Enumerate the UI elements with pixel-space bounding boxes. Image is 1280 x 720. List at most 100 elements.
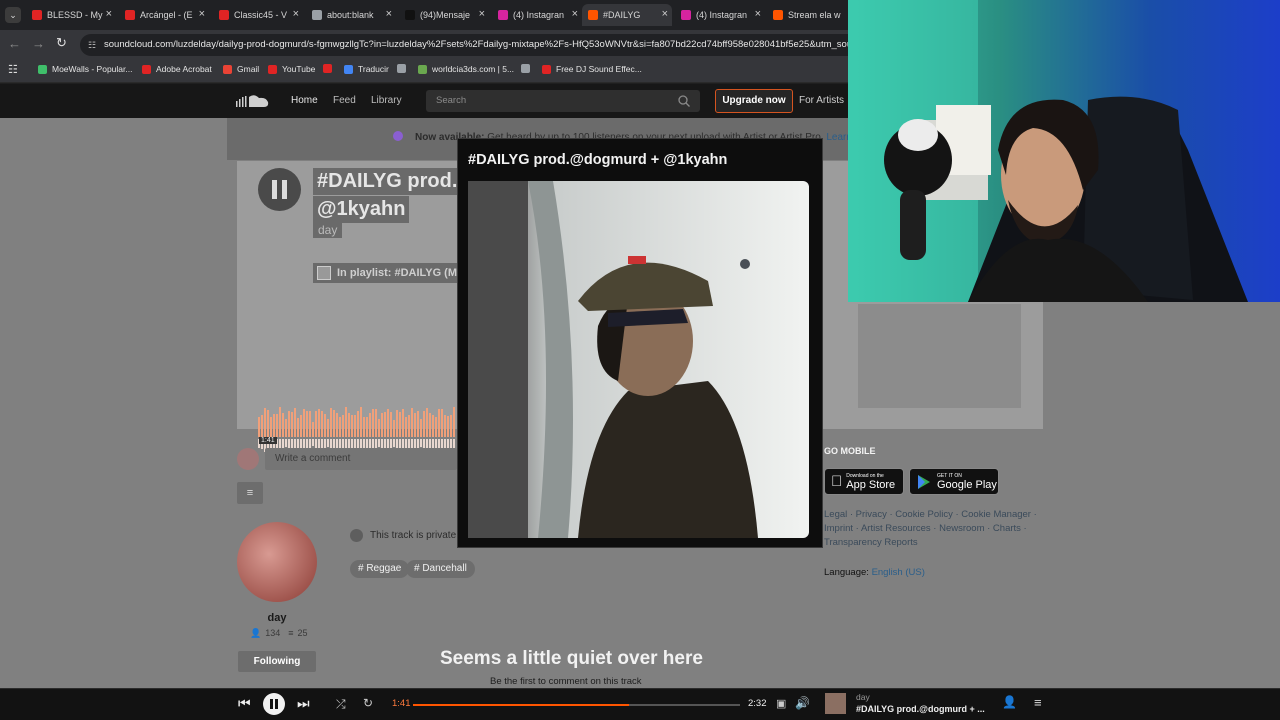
back-icon[interactable]: ←	[8, 36, 21, 51]
waveform-bar	[267, 410, 269, 437]
bookmark-8[interactable]	[521, 64, 535, 73]
bookmark-6[interactable]	[397, 64, 411, 73]
nav-feed[interactable]: Feed	[333, 95, 356, 106]
now-playing-title[interactable]: #DAILYG prod.@dogmurd + ...	[856, 704, 985, 714]
tab-3[interactable]: about:blank ×	[306, 4, 396, 26]
tab-close-icon[interactable]: ×	[106, 8, 112, 20]
sort-comments-button[interactable]: ≡	[237, 482, 263, 504]
waveform-bar	[321, 411, 323, 437]
soundcloud-logo-icon[interactable]	[236, 93, 270, 109]
volume-icon[interactable]: 🔊	[795, 696, 810, 710]
artwork-popup: #DAILYG prod.@dogmurd + @1kyahn	[457, 138, 823, 548]
waveform-bar	[351, 415, 353, 437]
tab-8[interactable]: Stream ela w	[767, 4, 845, 26]
site-info-icon[interactable]: ☷	[88, 34, 96, 56]
tab-0[interactable]: BLESSD - My ×	[26, 4, 116, 26]
search-input[interactable]: Search	[426, 90, 700, 112]
nav-home[interactable]: Home	[291, 95, 318, 106]
bookmark-5[interactable]: Traducir	[344, 64, 389, 74]
tab-close-icon[interactable]: ×	[662, 8, 668, 20]
tab-close-icon[interactable]: ×	[386, 8, 392, 20]
tab-7[interactable]: (4) Instagran ×	[675, 4, 765, 26]
footer-links-2[interactable]: Imprint · Artist Resources · Newsroom · …	[824, 522, 1037, 536]
app-store-button[interactable]:  Download on the App Store	[824, 468, 904, 495]
tab-favicon-icon	[405, 10, 415, 20]
upgrade-now-button[interactable]: Upgrade now	[715, 89, 793, 113]
tab-close-icon[interactable]: ×	[479, 8, 485, 20]
search-placeholder: Search	[436, 95, 467, 106]
follow-artist-icon[interactable]: 👤	[1002, 695, 1017, 709]
bookmark-favicon-icon	[418, 64, 427, 74]
waveform-bar	[297, 418, 299, 437]
tag-dancehall[interactable]: # Dancehall	[406, 560, 475, 578]
bookmark-favicon-icon	[344, 64, 353, 74]
following-button[interactable]: Following	[238, 651, 316, 672]
waveform-bar	[435, 417, 437, 437]
search-icon[interactable]	[678, 95, 690, 107]
tab-favicon-icon	[32, 10, 42, 20]
bookmark-0[interactable]: MoeWalls - Popular...	[38, 64, 132, 74]
bookmark-1[interactable]: Adobe Acrobat	[142, 64, 212, 74]
tab-search-button[interactable]: ⌄	[5, 7, 21, 23]
player-play-pause-button[interactable]	[263, 693, 285, 715]
for-artists-link[interactable]: For Artists	[799, 95, 844, 106]
playlist-chip[interactable]: In playlist: #DAILYG (M	[313, 263, 457, 283]
waveform-bar	[411, 408, 413, 437]
next-icon[interactable]: ⏭	[297, 695, 310, 712]
forward-icon[interactable]: →	[32, 36, 45, 51]
tab-1[interactable]: Arcángel - (E ×	[119, 4, 209, 26]
tab-close-icon[interactable]: ×	[199, 8, 205, 20]
progress-track[interactable]	[413, 704, 740, 706]
tag-reggae[interactable]: # Reggae	[350, 560, 410, 578]
track-artist[interactable]: day	[313, 222, 343, 238]
tab-close-icon[interactable]: ×	[572, 8, 578, 20]
waveform-reflection-bar	[327, 439, 329, 447]
now-playing-artist[interactable]: day	[856, 692, 870, 702]
bookmark-label: MoeWalls - Popular...	[52, 64, 133, 74]
waveform-bar	[375, 409, 377, 437]
waveform-bar	[306, 411, 308, 437]
tab-2[interactable]: Classic45 - V ×	[213, 4, 303, 26]
reload-icon[interactable]: ↻	[56, 35, 67, 51]
waveform-bar	[453, 407, 455, 437]
bookmark-9[interactable]: Free DJ Sound Effec...	[542, 64, 642, 74]
tab-6[interactable]: #DAILYG ×	[582, 4, 672, 26]
waveform-bar	[285, 419, 287, 437]
waveform-bar	[342, 415, 344, 437]
uploader-name[interactable]: day	[237, 612, 317, 624]
tab-close-icon[interactable]: ×	[755, 8, 761, 20]
waveform-reflection-bar	[366, 439, 368, 448]
nav-library[interactable]: Library	[371, 95, 402, 106]
footer-links-3[interactable]: Transparency Reports	[824, 536, 1037, 550]
bookmark-2[interactable]: Gmail	[223, 64, 259, 74]
url-field[interactable]: ☷ soundcloud.com/luzdelday/dailyg-prod-d…	[80, 34, 860, 56]
previous-icon[interactable]: ⏮	[238, 695, 251, 712]
waveform-bar	[399, 412, 401, 437]
tab-label: Stream ela w	[788, 10, 841, 20]
bookmark-label: Gmail	[237, 64, 260, 74]
footer-links-1[interactable]: Legal · Privacy · Cookie Policy · Cookie…	[824, 508, 1037, 522]
google-play-button[interactable]: GET IT ON Google Play	[909, 468, 999, 495]
bookmark-7[interactable]: worldcia3ds.com | 5...	[418, 64, 514, 74]
waveform-bar	[441, 409, 443, 437]
now-playing-thumb[interactable]	[825, 693, 846, 714]
waveform-bar	[261, 415, 263, 437]
cast-icon[interactable]: ▣	[776, 697, 786, 710]
queue-icon[interactable]: ≡	[1034, 695, 1042, 710]
tab-5[interactable]: (4) Instagran ×	[492, 4, 582, 26]
play-pause-button[interactable]	[258, 168, 301, 211]
shuffle-icon[interactable]: ⤮	[336, 697, 346, 712]
tab-4[interactable]: (94)Mensaje ×	[399, 4, 489, 26]
language-link[interactable]: English (US)	[872, 567, 925, 578]
apps-grid-icon[interactable]: ☷	[8, 63, 18, 76]
bookmark-3[interactable]: YouTube	[268, 64, 315, 74]
apple-icon: 	[831, 473, 842, 490]
tab-close-icon[interactable]: ×	[293, 8, 299, 20]
comment-input[interactable]: Write a comment	[265, 448, 457, 470]
sparkle-icon	[393, 131, 403, 141]
tab-favicon-icon	[773, 10, 783, 20]
uploader-avatar[interactable]	[237, 522, 317, 602]
bookmark-4[interactable]	[323, 64, 337, 73]
repeat-icon[interactable]: ↻	[363, 696, 373, 710]
tab-label: BLESSD - My	[47, 10, 103, 20]
